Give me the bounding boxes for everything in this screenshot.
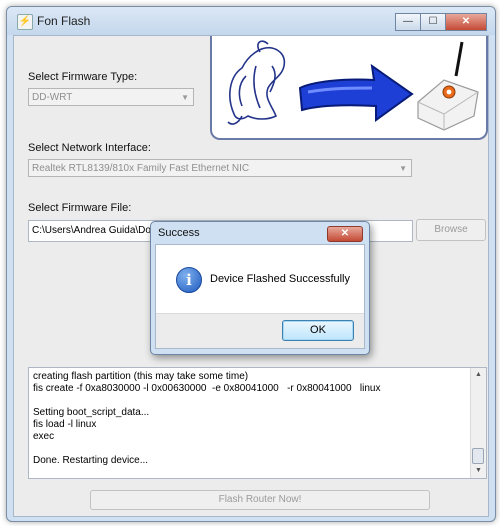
app-icon: ⚡ (17, 14, 33, 30)
firmware-file-label: Select Firmware File: (28, 202, 132, 214)
scroll-thumb[interactable] (472, 448, 484, 464)
firmware-type-label: Select Firmware Type: (28, 71, 138, 83)
dialog-close-icon[interactable]: ✕ (327, 226, 363, 242)
fon-flash-window: ⚡ Fon Flash — ☐ ✕ Select Firmware Type: … (6, 6, 496, 522)
scroll-down-icon[interactable]: ▼ (471, 464, 486, 478)
ok-button[interactable]: OK (282, 320, 354, 341)
network-interface-label: Select Network Interface: (28, 142, 151, 154)
log-line: fis create -f 0xa8030000 -l 0x00630000 -… (33, 383, 381, 394)
maximize-icon[interactable]: ☐ (420, 13, 446, 31)
firmware-type-select[interactable]: DD-WRT ▼ (28, 88, 194, 106)
log-scrollbar[interactable]: ▲ ▼ (470, 368, 486, 478)
flash-banner-image (227, 40, 479, 131)
log-line: Setting boot_script_data... (33, 407, 150, 418)
info-icon: i (176, 267, 202, 293)
chevron-down-icon: ▼ (399, 164, 407, 173)
network-interface-value: Realtek RTL8139/810x Family Fast Etherne… (32, 163, 250, 174)
scroll-up-icon[interactable]: ▲ (471, 368, 486, 382)
close-icon[interactable]: ✕ (445, 13, 487, 31)
dialog-footer: OK (156, 313, 364, 348)
firmware-type-value: DD-WRT (32, 92, 73, 103)
chevron-down-icon: ▼ (181, 93, 189, 102)
minimize-icon[interactable]: — (395, 13, 421, 31)
log-line: fis load -l linux (33, 419, 97, 430)
window-controls: — ☐ ✕ (395, 13, 487, 31)
browse-button[interactable]: Browse (416, 219, 486, 241)
title-bar: ⚡ Fon Flash — ☐ ✕ (7, 7, 495, 35)
network-interface-select[interactable]: Realtek RTL8139/810x Family Fast Etherne… (28, 159, 412, 177)
dialog-body: i Device Flashed Successfully OK (155, 244, 365, 349)
dialog-message: Device Flashed Successfully (210, 273, 351, 285)
dialog-title: Success (158, 227, 200, 239)
log-line: Done. Restarting device... (33, 455, 149, 466)
log-line: exec (33, 431, 55, 442)
window-title: Fon Flash (37, 14, 91, 28)
success-dialog: Success ✕ i Device Flashed Successfully … (150, 221, 370, 355)
log-line: creating flash partition (this may take … (33, 371, 249, 382)
flash-router-button[interactable]: Flash Router Now! (90, 490, 430, 510)
log-output[interactable]: creating flash partition (this may take … (28, 367, 487, 479)
logo-banner (210, 36, 488, 140)
log-text: creating flash partition (this may take … (33, 371, 468, 467)
